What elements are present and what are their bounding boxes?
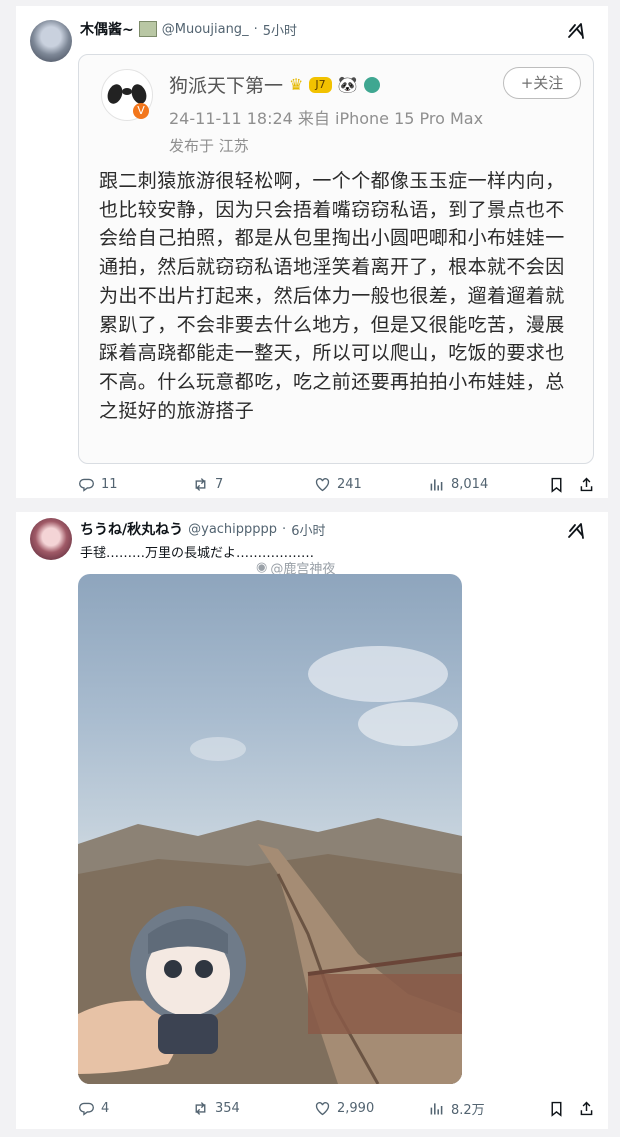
reply-count: 11 [101,476,118,492]
share-icon [580,477,593,491]
views-button[interactable]: 8.2万 [428,1098,485,1118]
action-bar: 11 7 241 8,014 [78,474,598,494]
separator: · [253,21,258,37]
reply-button[interactable]: 4 [78,1098,109,1118]
repost-count: 354 [215,1100,240,1116]
repost-count: 7 [215,476,224,492]
quote-meta: 24-11-11 18:24 来自 iPhone 15 Pro Max [169,109,484,128]
tweet-photo[interactable] [78,574,462,1084]
grok-icon[interactable] [566,520,586,540]
heart-icon [315,1101,330,1115]
reply-icon [79,478,94,492]
views-button[interactable]: 8,014 [428,474,488,494]
bookmark-button[interactable] [548,474,565,494]
grok-icon[interactable] [566,20,586,40]
avatar[interactable] [30,518,72,560]
repost-button[interactable]: 354 [192,1098,240,1118]
share-button[interactable] [578,1098,595,1118]
like-button[interactable]: 2,990 [314,1098,374,1118]
tweet-header: 木偶酱~ @Muoujiang_ · 5小时 [80,18,297,40]
action-bar: 4 354 2,990 8.2万 [78,1098,598,1118]
view-count: 8,014 [451,476,489,492]
tweet-header: ちうね/秋丸ねう @yachippppp · 6小时 [80,518,325,540]
verified-icon: V [133,103,149,119]
reply-icon [79,1102,94,1116]
quote-location: 发布于 江苏 [169,137,249,155]
quote-user-name: 狗派天下第一 ♛ J7 🐼 [169,71,380,98]
views-icon [430,1102,443,1114]
like-count: 241 [337,476,362,492]
level-badge: J7 [309,76,332,93]
bookmark-icon [551,477,562,493]
user-name[interactable]: ちうね/秋丸ねう [80,519,183,539]
timestamp[interactable]: 6小时 [291,520,325,539]
avatar[interactable] [30,20,72,62]
like-count: 2,990 [337,1100,375,1116]
great-wall-photo [78,646,462,1084]
badge-icon [363,76,380,93]
timestamp[interactable]: 5小时 [263,20,297,39]
views-icon [430,478,443,490]
repost-icon [195,477,206,491]
panda-icon: 🐼 [337,75,358,94]
bookmark-icon [551,1101,562,1117]
repost-icon [195,1101,206,1115]
separator: · [282,521,287,537]
quote-body: 跟二刺猿旅游很轻松啊，一个个都像玉玉症一样内向，也比较安静，因为只会捂着嘴窃窃私… [99,170,565,422]
weibo-icon: ◉ [256,560,268,575]
follow-button: +关注 [503,67,581,99]
repost-button[interactable]: 7 [192,474,223,494]
heart-icon [315,477,330,491]
share-button[interactable] [578,474,595,494]
reply-count: 4 [101,1100,110,1116]
user-name[interactable]: 木偶酱~ [80,19,134,39]
view-count: 8.2万 [451,1102,485,1118]
share-icon [580,1101,593,1115]
tweet-card-1[interactable]: 木偶酱~ @Muoujiang_ · 5小时 V 狗派天下第一 ♛ J7 🐼 +… [16,6,608,498]
reply-button[interactable]: 11 [78,474,118,494]
flag-icon [138,21,157,37]
user-handle[interactable]: @Muoujiang_ [162,22,249,37]
tweet-card-2[interactable]: ちうね/秋丸ねう @yachippppp · 6小时 手毬………万里の長城だよ…… [16,512,608,1129]
user-handle[interactable]: @yachippppp [188,522,277,537]
crown-icon: ♛ [289,75,304,94]
quoted-weibo-screenshot: V 狗派天下第一 ♛ J7 🐼 +关注 24-11-11 18:24 来自 iP… [78,54,594,464]
bookmark-button[interactable] [548,1098,565,1118]
like-button[interactable]: 241 [314,474,362,494]
